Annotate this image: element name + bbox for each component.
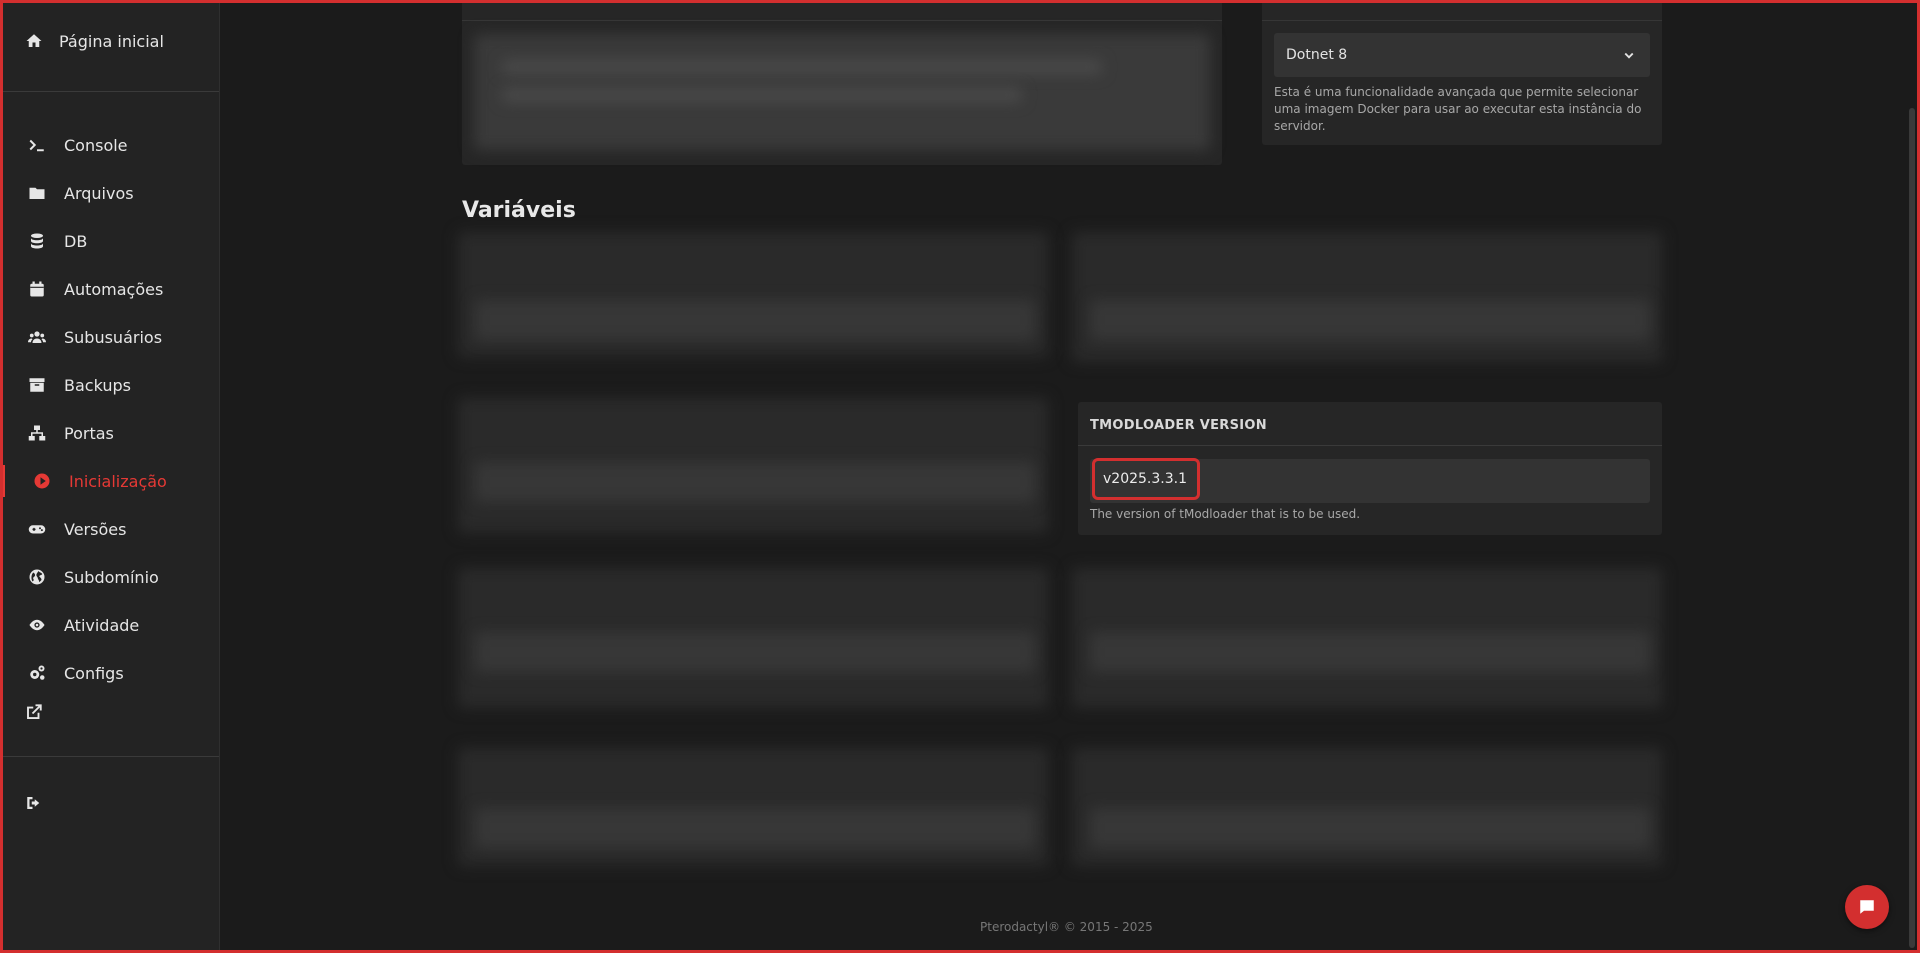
calendar-icon: [28, 280, 46, 298]
sidebar-item-versoes[interactable]: Versões: [0, 505, 219, 553]
gamepad-icon: [28, 520, 46, 538]
sidebar-item-home[interactable]: Página inicial: [25, 30, 164, 52]
sidebar-item-inicializacao[interactable]: Inicialização: [0, 457, 219, 505]
blurred-input: [1090, 632, 1650, 672]
chat-button[interactable]: [1845, 885, 1889, 929]
sidebar-item-label: Arquivos: [64, 183, 134, 203]
database-icon: [28, 232, 46, 250]
sidebar-divider: [3, 91, 219, 92]
eye-icon: [28, 616, 46, 634]
blurred-input: [1090, 300, 1650, 340]
folder-icon: [28, 184, 46, 202]
globe-icon: [28, 568, 46, 586]
blurred-input: [475, 300, 1035, 340]
footer-copyright: Pterodactyl® © 2015 - 2025: [980, 920, 1153, 934]
terminal-icon: [28, 136, 46, 154]
blurred-input: [1090, 808, 1650, 848]
home-icon: [25, 32, 43, 50]
logout-icon: [25, 794, 43, 812]
docker-image-description: Esta é uma funcionalidade avançada que p…: [1274, 85, 1642, 133]
scrollbar[interactable]: [1909, 108, 1915, 948]
panel-divider: [1262, 20, 1662, 21]
tmodloader-version-value[interactable]: v2025.3.3.1: [1092, 458, 1200, 500]
docker-image-select[interactable]: Dotnet 8: [1274, 33, 1650, 77]
blurred-text: [502, 88, 1022, 102]
blurred-input: [475, 808, 1035, 848]
blurred-input: [475, 462, 1035, 502]
logout-button[interactable]: [25, 794, 43, 816]
sidebar-item-label: Portas: [64, 423, 114, 443]
sidebar-item-label: DB: [64, 231, 88, 251]
sidebar-item-portas[interactable]: Portas: [0, 409, 219, 457]
chevron-down-icon: [1620, 46, 1638, 64]
sidebar-item-arquivos[interactable]: Arquivos: [0, 169, 219, 217]
docker-image-value: Dotnet 8: [1286, 47, 1348, 63]
panel-divider: [462, 20, 1222, 21]
external-link-button[interactable]: [25, 703, 43, 725]
sidebar-item-label: Backups: [64, 375, 131, 395]
sidebar-item-backups[interactable]: Backups: [0, 361, 219, 409]
sidebar-item-label: Subusuários: [64, 327, 163, 347]
chat-icon: [1858, 898, 1876, 916]
sidebar-item-automacoes[interactable]: Automações: [0, 265, 219, 313]
play-circle-icon: [33, 472, 51, 490]
blurred-input: [475, 632, 1035, 672]
sidebar-item-label: Subdomínio: [64, 567, 159, 587]
users-icon: [28, 328, 46, 346]
sidebar-item-console[interactable]: Console: [0, 121, 219, 169]
archive-icon: [28, 376, 46, 394]
network-icon: [28, 424, 46, 442]
sidebar-item-label: Atividade: [64, 615, 140, 635]
card-divider: [1078, 445, 1662, 446]
tmodloader-version-label: TMODLOADER VERSION: [1090, 418, 1267, 433]
sidebar-item-db[interactable]: DB: [0, 217, 219, 265]
variable-card-blurred: [1072, 232, 1662, 362]
sidebar-item-configs[interactable]: Configs: [0, 649, 219, 697]
sidebar: Página inicial Console Arquivos DB Autom…: [0, 0, 220, 953]
sidebar-item-atividade[interactable]: Atividade: [0, 601, 219, 649]
sidebar-item-label: Inicialização: [69, 471, 167, 491]
sidebar-item-label: Versões: [64, 519, 127, 539]
variables-title: Variáveis: [462, 198, 576, 223]
startup-command-panel: [462, 0, 1222, 165]
sidebar-item-label: Console: [64, 135, 128, 155]
sidebar-item-subusuarios[interactable]: Subusuários: [0, 313, 219, 361]
cogs-icon: [28, 664, 46, 682]
variable-card-blurred: [458, 748, 1048, 866]
sidebar-item-label: Página inicial: [59, 31, 164, 51]
external-link-icon: [25, 703, 43, 721]
sidebar-nav: Console Arquivos DB Automações Subusuári…: [0, 121, 219, 697]
sidebar-item-label: Automações: [64, 279, 164, 299]
blurred-text: [502, 60, 1102, 74]
variable-card-blurred: [1072, 748, 1662, 866]
sidebar-item-label: Configs: [64, 663, 124, 683]
tmodloader-version-description: The version of tModloader that is to be …: [1090, 507, 1361, 521]
sidebar-divider: [3, 756, 219, 757]
sidebar-item-subdominio[interactable]: Subdomínio: [0, 553, 219, 601]
